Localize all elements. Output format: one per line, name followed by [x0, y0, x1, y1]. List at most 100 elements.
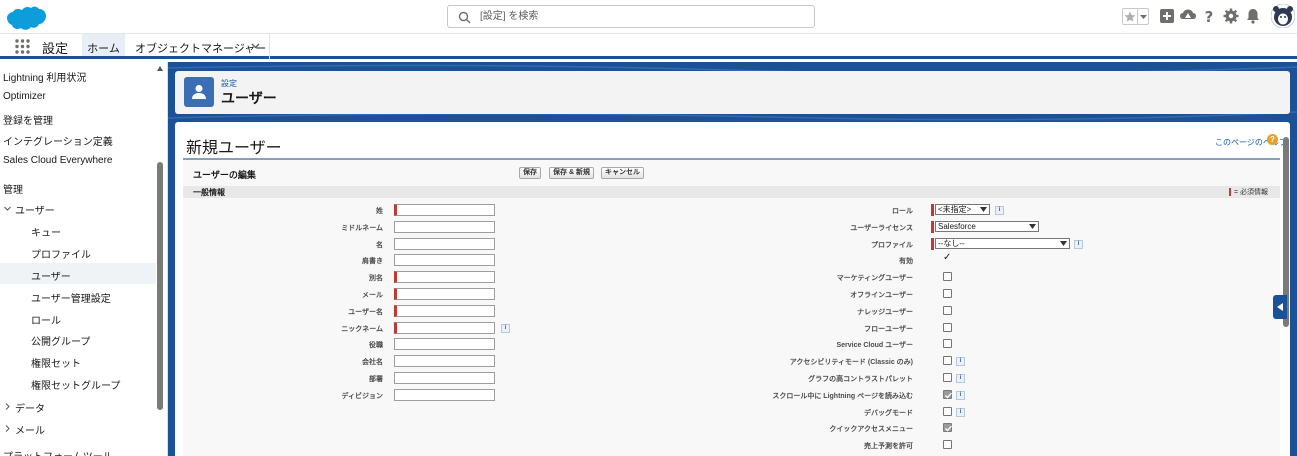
- info-icon[interactable]: i: [995, 206, 1004, 215]
- scroll-up-arrow-icon[interactable]: [157, 66, 163, 71]
- load-lightning-on-scroll-checkbox[interactable]: [943, 390, 952, 399]
- sidebar-item-email[interactable]: メール: [15, 422, 45, 437]
- setup-search[interactable]: [447, 5, 815, 28]
- main-area: 設定 ユーザー 新規ユーザー このページのヘルプ ? ユーザーの編集 保存 保存…: [168, 62, 1297, 456]
- sidebar-item-users-group[interactable]: ユーザー: [15, 202, 55, 217]
- knowledge-user-checkbox[interactable]: [943, 306, 952, 315]
- sidebar-item-user-management-settings[interactable]: ユーザー管理設定: [31, 290, 111, 305]
- sidebar-item-manage-subscriptions[interactable]: 登録を管理: [3, 112, 53, 127]
- field-label-flow-user: フローユーザー: [864, 326, 913, 333]
- chevron-down-icon[interactable]: [1140, 15, 1147, 19]
- chevron-down-icon: [1029, 224, 1036, 229]
- check-icon: [945, 392, 952, 399]
- sidebar-item-permission-set-groups[interactable]: 権限セットグループ: [31, 377, 120, 392]
- chevron-right-icon[interactable]: [4, 403, 11, 410]
- search-input[interactable]: [480, 8, 800, 25]
- avatar[interactable]: [1271, 4, 1295, 28]
- gear-icon[interactable]: [1223, 8, 1239, 24]
- collapse-panel-toggle[interactable]: [1273, 295, 1287, 319]
- sidebar-item-selected-highlight: [0, 263, 156, 284]
- info-icon[interactable]: i: [956, 357, 965, 366]
- high-contrast-palette-checkbox[interactable]: [943, 373, 952, 382]
- chevron-down-icon[interactable]: [251, 43, 260, 49]
- chevron-down-icon: [1060, 241, 1067, 246]
- chevron-right-icon[interactable]: [4, 425, 11, 432]
- offline-user-checkbox[interactable]: [943, 289, 952, 298]
- favorites-group[interactable]: [1122, 8, 1149, 25]
- marketing-user-checkbox[interactable]: [943, 272, 952, 281]
- user-icon: [192, 85, 206, 99]
- user-icon-tile: [184, 77, 214, 107]
- info-icon[interactable]: i: [956, 374, 965, 383]
- block-title: ユーザーの編集: [193, 170, 256, 180]
- sidebar-item-roles[interactable]: ロール: [31, 312, 61, 327]
- active-checkmark: ✓: [943, 252, 952, 263]
- field-label-quick-access-menu: クイックアクセスメニュー: [829, 426, 913, 433]
- sidebar-item-integration-definitions[interactable]: インテグレーション定義: [3, 133, 113, 148]
- info-icon[interactable]: i: [956, 391, 965, 400]
- chevron-down-icon: [980, 207, 987, 212]
- field-label-active: 有効: [899, 258, 913, 265]
- help-question-icon[interactable]: ?: [1201, 8, 1217, 24]
- role-select[interactable]: <未指定>: [935, 204, 990, 215]
- help-icon[interactable]: ?: [1267, 134, 1278, 145]
- page-header: 設定 ユーザー: [175, 71, 1290, 114]
- sidebar-heading-platform-tools: プラットフォームツール: [3, 448, 113, 456]
- quick-access-menu-checkbox[interactable]: [943, 423, 952, 432]
- salesforce-logo[interactable]: [5, 5, 47, 33]
- section-header: 一般情報 = 必須情報: [183, 186, 1280, 198]
- accessibility-mode-checkbox[interactable]: [943, 356, 952, 365]
- field-label-offline-user: オフラインユーザー: [850, 292, 913, 299]
- field-label-high-contrast-palette: グラフの高コントラストパレット: [808, 376, 913, 383]
- field-label-debug-mode: デバッグモード: [864, 410, 913, 417]
- bell-icon[interactable]: [1245, 8, 1261, 24]
- star-icon[interactable]: [1124, 11, 1136, 23]
- info-icon[interactable]: i: [1074, 240, 1083, 249]
- required-marker: [931, 221, 934, 233]
- save-button[interactable]: 保存: [519, 167, 541, 179]
- sidebar-item-lightning-usage[interactable]: Lightning 利用状況: [3, 69, 86, 84]
- form-title: 新規ユーザー: [186, 140, 282, 157]
- service-cloud-user-checkbox[interactable]: [943, 339, 952, 348]
- cancel-button[interactable]: キャンセル: [601, 167, 644, 179]
- debug-mode-checkbox[interactable]: [943, 407, 952, 416]
- field-label-marketing-user: マーケティングユーザー: [836, 275, 913, 282]
- required-marker: [931, 204, 934, 216]
- tab-home[interactable]: ホーム: [82, 34, 125, 59]
- sidebar-scrollbar[interactable]: [157, 162, 163, 410]
- profile-select[interactable]: --なし--: [935, 238, 1070, 249]
- app-launcher-icon[interactable]: [15, 39, 30, 54]
- check-icon: [945, 425, 952, 432]
- search-icon: [458, 11, 471, 24]
- content-panel: 新規ユーザー このページのヘルプ ? ユーザーの編集 保存 保存 & 新規 キャ…: [175, 122, 1290, 456]
- sidebar-item-queues[interactable]: キュー: [31, 224, 61, 239]
- tab-object-manager[interactable]: オブジェクトマネージャー: [125, 34, 270, 59]
- sidebar-item-optimizer[interactable]: Optimizer: [3, 91, 46, 102]
- svg-text:?: ?: [1205, 8, 1214, 24]
- required-legend: = 必須情報: [1229, 187, 1268, 197]
- sidebar-item-public-groups[interactable]: 公開グループ: [31, 333, 90, 348]
- field-label-service-cloud-user: Service Cloud ユーザー: [836, 342, 914, 349]
- app-nav-bar: 設定 ホーム オブジェクトマネージャー: [0, 34, 1297, 59]
- trailhead-icon[interactable]: [1180, 8, 1196, 24]
- sidebar-item-sales-cloud-everywhere[interactable]: Sales Cloud Everywhere: [3, 155, 113, 166]
- save-and-new-button[interactable]: 保存 & 新規: [549, 167, 594, 179]
- sidebar-item-permission-sets[interactable]: 権限セット: [31, 355, 81, 370]
- user-license-select[interactable]: Salesforce: [935, 221, 1039, 232]
- field-label-role: ロール: [892, 208, 913, 215]
- field-label-profile: プロファイル: [871, 242, 913, 249]
- required-marker: [931, 238, 934, 250]
- sidebar-item-data[interactable]: データ: [15, 400, 45, 415]
- flow-user-checkbox[interactable]: [943, 323, 952, 332]
- sidebar-heading-administration: 管理: [3, 185, 23, 196]
- chevron-down-icon[interactable]: [4, 205, 11, 212]
- info-icon[interactable]: i: [956, 408, 965, 417]
- sidebar-item-profiles[interactable]: プロファイル: [31, 246, 91, 261]
- field-label-accessibility-mode: アクセシビリティモード (Classic のみ): [789, 359, 913, 366]
- user-edit-block: ユーザーの編集 保存 保存 & 新規 キャンセル 一般情報 = 必須情報 姓 ミ…: [183, 158, 1280, 456]
- global-create-icon[interactable]: [1159, 8, 1175, 24]
- tab-object-manager-label: オブジェクトマネージャー: [135, 43, 267, 55]
- allow-forecasting-checkbox[interactable]: [943, 440, 952, 449]
- section-title: 一般情報: [193, 188, 225, 197]
- sidebar-item-users[interactable]: ユーザー: [31, 268, 71, 283]
